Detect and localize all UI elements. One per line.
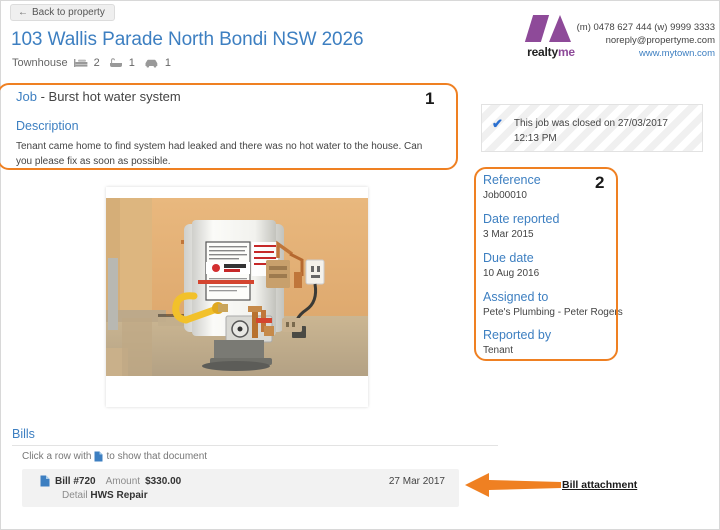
- table-row[interactable]: Bill #720 Amount $330.00 Detail HWS Repa…: [22, 469, 459, 507]
- document-icon: [94, 451, 103, 462]
- contact-phone: (m) 0478 627 444 (w) 9999 3333: [576, 22, 715, 33]
- checkmark-icon: ✔: [492, 116, 503, 131]
- bills-hint-after: to show that document: [106, 451, 208, 462]
- document-icon[interactable]: [40, 475, 50, 487]
- back-button-label: Back to property: [32, 7, 105, 18]
- detail-value-reference: Job00010: [483, 190, 527, 201]
- bill-primary-line: Bill #720 Amount $330.00: [40, 475, 181, 487]
- property-type-label: Townhouse: [12, 57, 68, 69]
- detail-label-reference: Reference: [483, 173, 541, 187]
- bill-date: 27 Mar 2017: [388, 476, 445, 487]
- bed-icon: [73, 58, 88, 68]
- car-count: 1: [164, 57, 172, 69]
- bills-heading: Bills: [12, 427, 35, 441]
- job-title-row: Job - Burst hot water system: [16, 89, 181, 104]
- back-to-property-button[interactable]: ← Back to property: [10, 4, 115, 21]
- page-title: 103 Wallis Parade North Bondi NSW 2026: [11, 29, 364, 50]
- bill-amount: $330.00: [145, 475, 182, 487]
- job-label: Job: [16, 89, 37, 104]
- job-closed-message: This job was closed on 27/03/2017 12:13 …: [513, 118, 668, 144]
- bill-detail-label: Detail: [62, 490, 88, 501]
- contact-email[interactable]: noreply@propertyme.com: [491, 34, 715, 47]
- bill-amount-label: Amount: [105, 475, 141, 487]
- job-title: Burst hot water system: [48, 89, 181, 104]
- bath-icon: [109, 58, 123, 68]
- annotation-marker-2: 2: [595, 173, 605, 192]
- detail-label-assigned-to: Assigned to: [483, 290, 549, 304]
- detail-value-date-reported: 3 Mar 2015: [483, 229, 534, 240]
- detail-value-assigned-to: Pete's Plumbing - Peter Rogers: [483, 307, 623, 318]
- detail-label-reported-by: Reported by: [483, 328, 552, 342]
- detail-label-date-reported: Date reported: [483, 212, 560, 226]
- arrow-annotation-label: Bill attachment: [562, 479, 638, 491]
- bill-number: Bill #720: [55, 475, 96, 487]
- bills-hint: Click a row with to show that document: [22, 451, 207, 462]
- bill-detail: HWS Repair: [90, 490, 148, 501]
- bath-count: 1: [128, 57, 135, 69]
- detail-value-due-date: 10 Aug 2016: [483, 268, 540, 279]
- contact-website[interactable]: www.mytown.com: [491, 47, 715, 60]
- bill-secondary-line: Detail HWS Repair: [62, 490, 148, 501]
- job-separator: -: [36, 89, 49, 104]
- detail-value-reported-by: Tenant: [483, 345, 514, 356]
- annotation-marker-1: 1: [425, 89, 435, 108]
- property-features: Townhouse 2 1 1: [12, 57, 174, 69]
- job-closed-banner: ✔ This job was closed on 27/03/2017 12:1…: [481, 104, 703, 152]
- job-detail-page: ← Back to property 103 Wallis Parade Nor…: [0, 0, 720, 530]
- car-icon: [144, 58, 159, 68]
- job-details-panel: Reference Job00010 Date reported 3 Mar 2…: [483, 173, 683, 367]
- arrow-left-thick-icon: [463, 469, 563, 501]
- description-heading: Description: [16, 119, 79, 133]
- arrow-left-icon: ←: [18, 6, 28, 18]
- bed-count: 2: [93, 57, 100, 69]
- job-photo-frame: [106, 187, 368, 407]
- bills-hint-before: Click a row with: [22, 451, 92, 462]
- contact-block: (m) 0478 627 444 (w) 9999 3333 noreply@p…: [491, 21, 715, 60]
- description-body: Tenant came home to find system had leak…: [16, 141, 423, 167]
- detail-label-due-date: Due date: [483, 251, 534, 265]
- hot-water-system-photo: [106, 198, 368, 376]
- bills-divider: [12, 445, 498, 446]
